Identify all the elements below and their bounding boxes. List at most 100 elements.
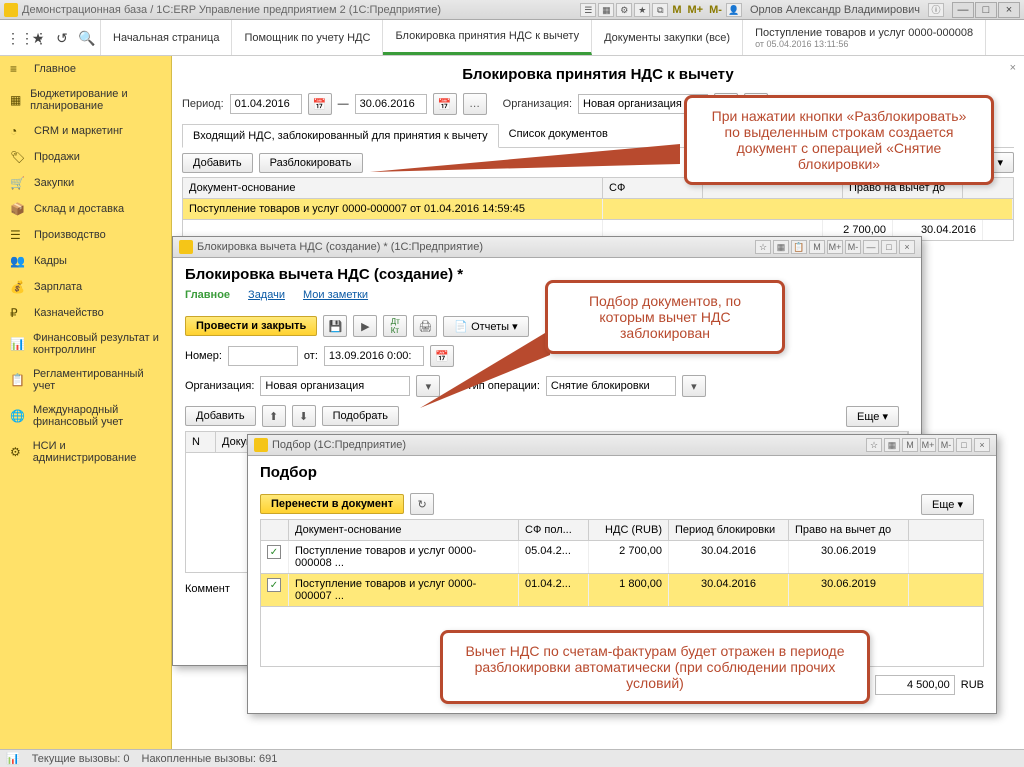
mem-mminus[interactable]: M- — [707, 4, 724, 16]
dialog-tool[interactable]: ☆ — [755, 240, 771, 254]
comment-label: Коммент — [185, 583, 230, 595]
budget-icon: ▦ — [10, 93, 22, 107]
people-icon: 👥 — [10, 254, 26, 268]
sidebar-item-admin[interactable]: ⚙НСИ и администрирование — [0, 434, 171, 470]
calendar-icon[interactable]: 📅 — [433, 93, 457, 115]
dialog-tool[interactable]: 📋 — [791, 240, 807, 254]
tab-home[interactable]: Начальная страница — [101, 20, 232, 55]
post-close-button[interactable]: Провести и закрыть — [185, 316, 317, 336]
info-icon[interactable]: ⓘ — [928, 3, 944, 17]
pick-row[interactable]: ✓ Поступление товаров и услуг 0000-00000… — [260, 574, 984, 607]
tool-icon[interactable]: ★ — [634, 3, 650, 17]
search-icon[interactable]: 🔍 — [78, 30, 94, 46]
tab-vat-block[interactable]: Блокировка принятия НДС к вычету — [383, 20, 592, 55]
checkbox-icon[interactable]: ✓ — [267, 578, 281, 592]
sidebar-item-treasury[interactable]: ₽Казначейство — [0, 300, 171, 326]
callout-pick: Подбор документов, по которым вычет НДС … — [545, 280, 785, 354]
star-icon[interactable]: ★ — [30, 30, 46, 46]
more-button[interactable]: Еще ▾ — [846, 406, 899, 427]
sidebar-item-main[interactable]: ≡Главное — [0, 56, 171, 82]
save-icon[interactable]: 💾 — [323, 315, 347, 337]
dialog-close[interactable]: × — [899, 240, 915, 254]
clipboard-icon: 📋 — [10, 373, 25, 387]
pick-button[interactable]: Подобрать — [322, 406, 399, 426]
dialog-close[interactable]: × — [974, 438, 990, 452]
period-to-input[interactable] — [355, 94, 427, 114]
sidebar-item-warehouse[interactable]: 📦Склад и доставка — [0, 196, 171, 222]
sidebar-item-ifrs[interactable]: 🌐Международный финансовый учет — [0, 398, 171, 434]
user-name[interactable]: Орлов Александр Владимирович — [744, 4, 926, 16]
period-from-input[interactable] — [230, 94, 302, 114]
window-max[interactable]: □ — [975, 2, 997, 18]
dropdown-icon[interactable]: ▾ — [682, 375, 706, 397]
sidebar-item-production[interactable]: ☰Производство — [0, 222, 171, 248]
tab-receipt-doc[interactable]: Поступление товаров и услуг 0000-000008о… — [743, 20, 986, 55]
dialog-max[interactable]: □ — [881, 240, 897, 254]
period-label: Период: — [182, 98, 224, 110]
window-min[interactable]: — — [952, 2, 974, 18]
down-icon[interactable]: ⬇ — [292, 405, 316, 427]
sidebar-item-sales[interactable]: 🏷Продажи — [0, 144, 171, 170]
num-label: Номер: — [185, 350, 222, 362]
globe-icon: 🌐 — [10, 409, 25, 423]
dialog-title: Подбор (1С:Предприятие) — [272, 439, 866, 451]
unblock-button[interactable]: Разблокировать — [259, 153, 363, 173]
sidebar-item-crm[interactable]: ◔CRM и маркетинг — [0, 118, 171, 144]
pick-row[interactable]: ✓ Поступление товаров и услуг 0000-00000… — [260, 541, 984, 574]
checkbox-icon[interactable]: ✓ — [267, 545, 281, 559]
calendar-icon[interactable]: 📅 — [308, 93, 332, 115]
dialog-tool[interactable]: ☆ — [866, 438, 882, 452]
sidebar-item-regaccount[interactable]: 📋Регламентированный учет — [0, 362, 171, 398]
transfer-button[interactable]: Перенести в документ — [260, 494, 404, 514]
window-title: Демонстрационная база / 1С:ERP Управлени… — [22, 4, 580, 16]
salary-icon: 💰 — [10, 280, 26, 294]
tool-icon[interactable]: ☰ — [580, 3, 596, 17]
mem-m[interactable]: M — [670, 4, 683, 16]
sidebar-item-finresult[interactable]: 📊Финансовый результат и контроллинг — [0, 326, 171, 362]
tab-vat-assistant[interactable]: Помощник по учету НДС — [232, 20, 383, 55]
optype-input[interactable] — [546, 376, 676, 396]
sidebar-item-hr[interactable]: 👥Кадры — [0, 248, 171, 274]
mem-mplus[interactable]: M+ — [686, 4, 706, 16]
history-icon[interactable]: ↺ — [54, 30, 70, 46]
dlg-tab-notes[interactable]: Мои заметки — [303, 289, 368, 301]
tab-purchase-docs[interactable]: Документы закупки (все) — [592, 20, 743, 55]
add-button[interactable]: Добавить — [185, 406, 256, 426]
dialog-min[interactable]: — — [863, 240, 879, 254]
org-label: Организация: — [503, 98, 572, 110]
user-icon[interactable]: 👤 — [726, 3, 742, 17]
dlg-tab-main[interactable]: Главное — [185, 289, 230, 301]
num-input[interactable] — [228, 346, 298, 366]
org-input[interactable] — [260, 376, 410, 396]
tool-icon[interactable]: ⚙ — [616, 3, 632, 17]
crm-icon: ◔ — [10, 124, 26, 138]
up-icon[interactable]: ⬆ — [262, 405, 286, 427]
sidebar-item-budget[interactable]: ▦Бюджетирование и планирование — [0, 82, 171, 118]
dialog-tool[interactable]: ▦ — [773, 240, 789, 254]
refresh-icon[interactable]: ↻ — [410, 493, 434, 515]
more-button[interactable]: Еще ▾ — [921, 494, 974, 515]
dt-icon[interactable]: ДтКт — [383, 315, 407, 337]
status-icon: 📊 — [6, 752, 20, 765]
add-button[interactable]: Добавить — [182, 153, 253, 173]
dialog-tool[interactable]: ▦ — [884, 438, 900, 452]
ruble-icon: ₽ — [10, 306, 26, 320]
sidebar-item-salary[interactable]: 💰Зарплата — [0, 274, 171, 300]
status-acc: Накопленные вызовы: 691 — [142, 753, 278, 765]
date-label: от: — [304, 350, 318, 362]
grid-row[interactable]: Поступление товаров и услуг 0000-000007 … — [182, 199, 1014, 220]
tool-icon[interactable]: ▦ — [598, 3, 614, 17]
tool-icon[interactable]: ⧉ — [652, 3, 668, 17]
footer-sum — [875, 675, 955, 695]
date-input[interactable] — [324, 346, 424, 366]
dialog-max[interactable]: □ — [956, 438, 972, 452]
period-picker-icon[interactable]: … — [463, 93, 487, 115]
sidebar-item-purchases[interactable]: 🛒Закупки — [0, 170, 171, 196]
post-icon[interactable]: ▶ — [353, 315, 377, 337]
window-close[interactable]: × — [998, 2, 1020, 18]
dlg-tab-tasks[interactable]: Задачи — [248, 289, 285, 301]
app-icon — [254, 438, 268, 452]
main-tabs: ⋮⋮⋮ ★ ↺ 🔍 Начальная страница Помощник по… — [0, 20, 1024, 56]
apps-icon[interactable]: ⋮⋮⋮ — [6, 30, 22, 46]
close-icon[interactable]: × — [1010, 62, 1016, 74]
